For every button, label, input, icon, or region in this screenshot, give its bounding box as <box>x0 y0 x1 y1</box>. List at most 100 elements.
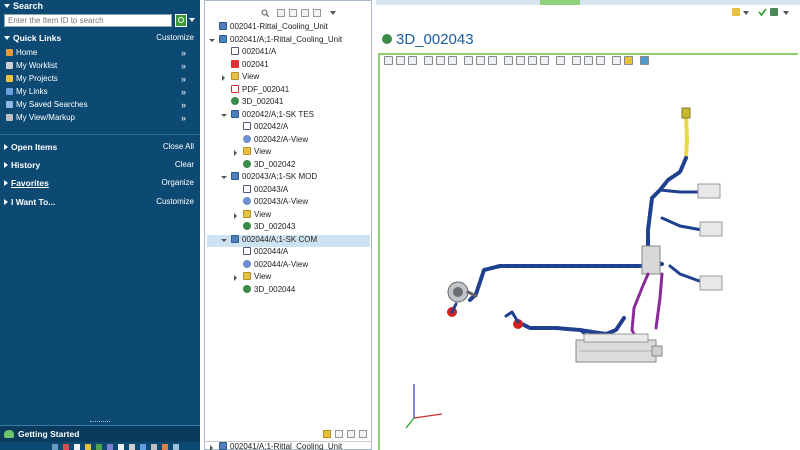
tree-toggle-icon[interactable] <box>221 234 227 246</box>
search-go-button[interactable] <box>175 14 187 27</box>
zoom-in-icon[interactable] <box>528 56 537 65</box>
nav-section-action[interactable]: Organize <box>162 177 194 189</box>
section-icon[interactable] <box>572 56 581 65</box>
pdf-icon <box>231 84 239 93</box>
toolbar-app-icon[interactable] <box>118 444 124 450</box>
tree-collapse-icon[interactable] <box>289 9 297 17</box>
nav-section-action[interactable]: Clear <box>175 159 194 171</box>
chevron-right-icon[interactable]: » <box>181 60 186 72</box>
link-icon <box>243 259 251 268</box>
actions-icon[interactable] <box>732 8 740 16</box>
toolbar-app-icon[interactable] <box>151 444 157 450</box>
select-icon[interactable] <box>556 56 565 65</box>
toolbar-app-icon[interactable] <box>63 444 69 450</box>
tree-toggle-icon[interactable] <box>221 71 227 83</box>
zoom-out-icon[interactable] <box>540 56 549 65</box>
worklist-icon <box>6 62 13 69</box>
tree-node-label: 3D_002041 <box>242 97 284 106</box>
chevron-right-icon[interactable]: » <box>181 73 186 85</box>
tree-node-label: 002041/A;1-Rittal_Cooling_Unit <box>230 34 343 44</box>
tree-toggle-icon[interactable] <box>233 271 239 283</box>
tree-node-label: 3D_002044 <box>254 284 296 294</box>
tree-collapse-all-icon[interactable] <box>347 430 355 438</box>
move-icon[interactable] <box>516 56 525 65</box>
quick-link-item[interactable]: My Saved Searches » <box>6 99 192 111</box>
quick-link-item[interactable]: My Projects » <box>6 73 192 85</box>
zoom-icon[interactable] <box>384 56 393 65</box>
screenshot-icon[interactable] <box>640 56 649 65</box>
nav-section-title: Open Items <box>11 142 58 152</box>
tree-node-label: 002041/A <box>242 47 277 56</box>
chevron-right-icon[interactable]: » <box>181 86 186 98</box>
print-icon[interactable] <box>488 56 497 65</box>
toolbar-app-icon[interactable] <box>52 444 58 450</box>
toolbar-app-icon[interactable] <box>162 444 168 450</box>
tree-toggle-icon[interactable] <box>233 209 239 221</box>
tree-expand-all-icon[interactable] <box>335 430 343 438</box>
search-input[interactable] <box>4 14 172 27</box>
explode-icon[interactable] <box>584 56 593 65</box>
part-icon <box>231 172 239 180</box>
doc-icon <box>243 247 251 255</box>
toolbar-app-icon[interactable] <box>140 444 146 450</box>
next-page-icon[interactable] <box>448 56 457 65</box>
getting-started-bar[interactable]: Getting Started <box>0 425 200 442</box>
3d-model-canvas[interactable] <box>380 68 796 450</box>
resize-grip[interactable] <box>90 421 110 423</box>
rotate-icon[interactable] <box>504 56 513 65</box>
actions-chevron-icon[interactable] <box>742 8 750 16</box>
quick-link-item[interactable]: My View/Markup » <box>6 112 192 124</box>
toolbar-app-icon[interactable] <box>85 444 91 450</box>
measure-icon[interactable] <box>408 56 417 65</box>
tree-toggle-icon[interactable] <box>221 109 227 121</box>
tree-expand-icon[interactable] <box>277 9 285 17</box>
highlight-icon[interactable] <box>624 56 633 65</box>
toolbar-app-icon[interactable] <box>96 444 102 450</box>
tree-toggle-icon[interactable] <box>221 171 227 183</box>
markup-icon[interactable] <box>596 56 605 65</box>
quick-link-item[interactable]: My Worklist » <box>6 60 192 72</box>
fit-icon[interactable] <box>464 56 473 65</box>
toolbar-app-icon[interactable] <box>173 444 179 450</box>
search-section-header[interactable]: Search <box>4 1 43 11</box>
first-page-icon[interactable] <box>424 56 433 65</box>
visibility-icon[interactable] <box>612 56 621 65</box>
chevron-right-icon[interactable]: » <box>181 112 186 124</box>
quick-link-item[interactable]: Home » <box>6 47 192 59</box>
edit-icon[interactable] <box>770 8 778 16</box>
tree-node-label: PDF_002041 <box>242 84 290 94</box>
chevron-right-icon[interactable]: » <box>181 99 186 111</box>
prev-page-icon[interactable] <box>436 56 445 65</box>
search-options-icon[interactable] <box>189 18 195 22</box>
pan-icon[interactable] <box>396 56 405 65</box>
model-icon <box>243 284 251 293</box>
chevron-right-icon[interactable]: » <box>181 47 186 59</box>
nav-section-header[interactable]: Open Items Close All <box>4 141 196 153</box>
nav-section-header[interactable]: Favorites Organize <box>4 177 196 189</box>
window-icon[interactable] <box>476 56 485 65</box>
toolbar-app-icon[interactable] <box>129 444 135 450</box>
part-icon <box>219 442 227 450</box>
tree-menu-chevron-icon[interactable] <box>329 9 337 17</box>
projects-icon <box>6 75 13 82</box>
tree-add-icon[interactable] <box>323 430 331 438</box>
nav-section-header[interactable]: I Want To... Customize <box>4 196 196 208</box>
tree-refresh-icon[interactable] <box>359 430 367 438</box>
nav-section-action[interactable]: Customize <box>156 196 194 208</box>
nav-section-header[interactable]: History Clear <box>4 159 196 171</box>
toolbar-app-icon[interactable] <box>107 444 113 450</box>
tree-toggle-icon[interactable] <box>233 146 239 158</box>
toolbar-app-icon[interactable] <box>74 444 80 450</box>
tree-search-icon[interactable] <box>261 9 270 18</box>
checkmark-icon[interactable] <box>758 8 767 17</box>
more-chevron-icon[interactable] <box>782 8 790 16</box>
quick-link-item[interactable]: My Links » <box>6 86 192 98</box>
tree-toggle-icon[interactable] <box>209 34 215 46</box>
markup-icon <box>6 114 13 121</box>
quick-links-header[interactable]: Quick Links Customize <box>4 32 196 44</box>
tree-filter-icon[interactable] <box>301 9 309 17</box>
quick-links-customize[interactable]: Customize <box>156 32 194 44</box>
tree-node-label: View <box>254 272 272 281</box>
nav-section-action[interactable]: Close All <box>163 141 194 153</box>
tree-settings-icon[interactable] <box>313 9 321 17</box>
